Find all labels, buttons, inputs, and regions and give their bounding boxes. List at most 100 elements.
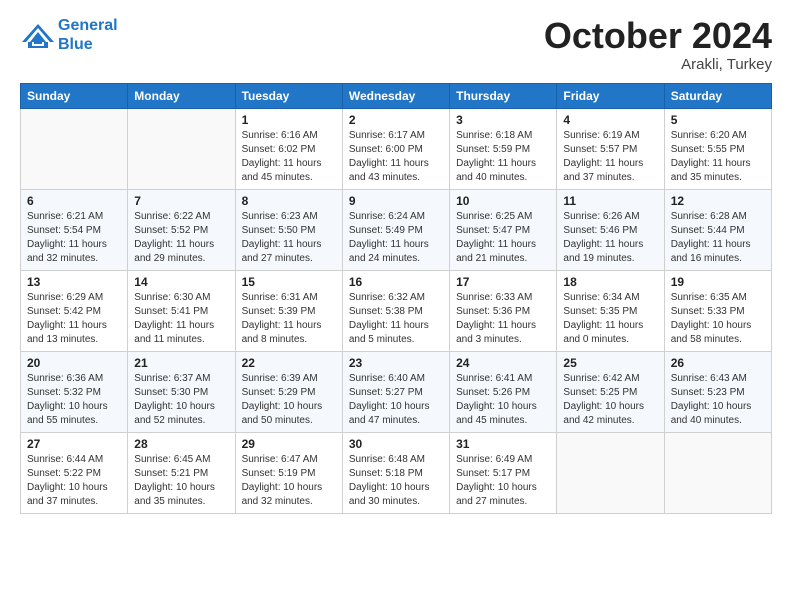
day-number: 10 xyxy=(456,194,550,208)
day-number: 31 xyxy=(456,437,550,451)
day-info: Sunrise: 6:36 AMSunset: 5:32 PMDaylight:… xyxy=(27,372,121,428)
calendar-table: Sunday Monday Tuesday Wednesday Thursday… xyxy=(20,83,772,514)
day-info: Sunrise: 6:21 AMSunset: 5:54 PMDaylight:… xyxy=(27,210,121,266)
logo: General Blue xyxy=(20,16,118,54)
cell-w4-d7: 26 Sunrise: 6:43 AMSunset: 5:23 PMDayligh… xyxy=(664,351,771,432)
col-thursday: Thursday xyxy=(450,83,557,108)
cell-w3-d5: 17 Sunrise: 6:33 AMSunset: 5:36 PMDayligh… xyxy=(450,270,557,351)
cell-w2-d2: 7 Sunrise: 6:22 AMSunset: 5:52 PMDaylight… xyxy=(128,189,235,270)
cell-w5-d3: 29 Sunrise: 6:47 AMSunset: 5:19 PMDayligh… xyxy=(235,432,342,513)
day-info: Sunrise: 6:23 AMSunset: 5:50 PMDaylight:… xyxy=(242,210,336,266)
cell-w3-d6: 18 Sunrise: 6:34 AMSunset: 5:35 PMDayligh… xyxy=(557,270,664,351)
day-number: 12 xyxy=(671,194,765,208)
cell-w3-d2: 14 Sunrise: 6:30 AMSunset: 5:41 PMDayligh… xyxy=(128,270,235,351)
day-info: Sunrise: 6:25 AMSunset: 5:47 PMDaylight:… xyxy=(456,210,550,266)
cell-w2-d5: 10 Sunrise: 6:25 AMSunset: 5:47 PMDayligh… xyxy=(450,189,557,270)
day-info: Sunrise: 6:34 AMSunset: 5:35 PMDaylight:… xyxy=(563,291,657,347)
day-number: 19 xyxy=(671,275,765,289)
cell-w1-d6: 4 Sunrise: 6:19 AMSunset: 5:57 PMDaylight… xyxy=(557,108,664,189)
day-info: Sunrise: 6:42 AMSunset: 5:25 PMDaylight:… xyxy=(563,372,657,428)
page: General Blue October 2024 Arakli, Turkey… xyxy=(0,0,792,612)
day-number: 24 xyxy=(456,356,550,370)
day-info: Sunrise: 6:49 AMSunset: 5:17 PMDaylight:… xyxy=(456,453,550,509)
cell-w3-d7: 19 Sunrise: 6:35 AMSunset: 5:33 PMDayligh… xyxy=(664,270,771,351)
day-number: 26 xyxy=(671,356,765,370)
week-row-5: 27Sunrise: 6:44 AMSunset: 5:22 PMDayligh… xyxy=(21,432,772,513)
header: General Blue October 2024 Arakli, Turkey xyxy=(20,16,772,73)
day-number: 2 xyxy=(349,113,443,127)
day-number: 4 xyxy=(563,113,657,127)
col-saturday: Saturday xyxy=(664,83,771,108)
day-info: Sunrise: 6:31 AMSunset: 5:39 PMDaylight:… xyxy=(242,291,336,347)
week-row-1: 1 Sunrise: 6:16 AMSunset: 6:02 PMDaylight… xyxy=(21,108,772,189)
cell-w1-d3: 1 Sunrise: 6:16 AMSunset: 6:02 PMDaylight… xyxy=(235,108,342,189)
day-number: 25 xyxy=(563,356,657,370)
day-number: 11 xyxy=(563,194,657,208)
cell-w1-d1 xyxy=(21,108,128,189)
day-number: 6 xyxy=(27,194,121,208)
day-number: 30 xyxy=(349,437,443,451)
day-number: 20 xyxy=(27,356,121,370)
day-info: Sunrise: 6:28 AMSunset: 5:44 PMDaylight:… xyxy=(671,210,765,266)
cell-w5-d2: 28Sunrise: 6:45 AMSunset: 5:21 PMDayligh… xyxy=(128,432,235,513)
day-number: 23 xyxy=(349,356,443,370)
day-number: 14 xyxy=(134,275,228,289)
day-info: Sunrise: 6:43 AMSunset: 5:23 PMDaylight:… xyxy=(671,372,765,428)
cell-w3-d1: 13 Sunrise: 6:29 AMSunset: 5:42 PMDayligh… xyxy=(21,270,128,351)
day-info: Sunrise: 6:47 AMSunset: 5:19 PMDaylight:… xyxy=(242,453,336,509)
day-info: Sunrise: 6:33 AMSunset: 5:36 PMDaylight:… xyxy=(456,291,550,347)
day-info: Sunrise: 6:45 AMSunset: 5:21 PMDaylight:… xyxy=(134,453,228,509)
col-monday: Monday xyxy=(128,83,235,108)
day-number: 18 xyxy=(563,275,657,289)
week-row-4: 20 Sunrise: 6:36 AMSunset: 5:32 PMDayligh… xyxy=(21,351,772,432)
cell-w4-d6: 25 Sunrise: 6:42 AMSunset: 5:25 PMDayligh… xyxy=(557,351,664,432)
cell-w2-d6: 11 Sunrise: 6:26 AMSunset: 5:46 PMDayligh… xyxy=(557,189,664,270)
day-number: 29 xyxy=(242,437,336,451)
col-wednesday: Wednesday xyxy=(342,83,449,108)
cell-w4-d4: 23Sunrise: 6:40 AMSunset: 5:27 PMDayligh… xyxy=(342,351,449,432)
month-title: October 2024 xyxy=(544,16,772,56)
day-info: Sunrise: 6:39 AMSunset: 5:29 PMDaylight:… xyxy=(242,372,336,428)
day-info: Sunrise: 6:20 AMSunset: 5:55 PMDaylight:… xyxy=(671,129,765,185)
day-number: 7 xyxy=(134,194,228,208)
cell-w2-d4: 9Sunrise: 6:24 AMSunset: 5:49 PMDaylight… xyxy=(342,189,449,270)
day-number: 5 xyxy=(671,113,765,127)
day-number: 1 xyxy=(242,113,336,127)
cell-w1-d7: 5 Sunrise: 6:20 AMSunset: 5:55 PMDaylight… xyxy=(664,108,771,189)
day-number: 27 xyxy=(27,437,121,451)
day-info: Sunrise: 6:19 AMSunset: 5:57 PMDaylight:… xyxy=(563,129,657,185)
col-tuesday: Tuesday xyxy=(235,83,342,108)
cell-w2-d1: 6 Sunrise: 6:21 AMSunset: 5:54 PMDaylight… xyxy=(21,189,128,270)
cell-w4-d5: 24Sunrise: 6:41 AMSunset: 5:26 PMDayligh… xyxy=(450,351,557,432)
cell-w2-d7: 12 Sunrise: 6:28 AMSunset: 5:44 PMDayligh… xyxy=(664,189,771,270)
cell-w5-d1: 27Sunrise: 6:44 AMSunset: 5:22 PMDayligh… xyxy=(21,432,128,513)
day-number: 15 xyxy=(242,275,336,289)
day-info: Sunrise: 6:16 AMSunset: 6:02 PMDaylight:… xyxy=(242,129,336,185)
day-number: 22 xyxy=(242,356,336,370)
day-info: Sunrise: 6:24 AMSunset: 5:49 PMDaylight:… xyxy=(349,210,443,266)
day-number: 3 xyxy=(456,113,550,127)
location: Arakli, Turkey xyxy=(544,56,772,73)
cell-w1-d4: 2 Sunrise: 6:17 AMSunset: 6:00 PMDaylight… xyxy=(342,108,449,189)
day-number: 13 xyxy=(27,275,121,289)
week-row-3: 13 Sunrise: 6:29 AMSunset: 5:42 PMDayligh… xyxy=(21,270,772,351)
calendar-body: 1 Sunrise: 6:16 AMSunset: 6:02 PMDaylight… xyxy=(21,108,772,513)
col-friday: Friday xyxy=(557,83,664,108)
day-number: 17 xyxy=(456,275,550,289)
day-info: Sunrise: 6:35 AMSunset: 5:33 PMDaylight:… xyxy=(671,291,765,347)
cell-w4-d1: 20 Sunrise: 6:36 AMSunset: 5:32 PMDayligh… xyxy=(21,351,128,432)
title-block: October 2024 Arakli, Turkey xyxy=(544,16,772,73)
day-info: Sunrise: 6:30 AMSunset: 5:41 PMDaylight:… xyxy=(134,291,228,347)
day-number: 8 xyxy=(242,194,336,208)
day-info: Sunrise: 6:37 AMSunset: 5:30 PMDaylight:… xyxy=(134,372,228,428)
cell-w1-d2 xyxy=(128,108,235,189)
day-info: Sunrise: 6:26 AMSunset: 5:46 PMDaylight:… xyxy=(563,210,657,266)
day-info: Sunrise: 6:22 AMSunset: 5:52 PMDaylight:… xyxy=(134,210,228,266)
day-number: 21 xyxy=(134,356,228,370)
day-info: Sunrise: 6:17 AMSunset: 6:00 PMDaylight:… xyxy=(349,129,443,185)
cell-w4-d2: 21 Sunrise: 6:37 AMSunset: 5:30 PMDayligh… xyxy=(128,351,235,432)
day-info: Sunrise: 6:29 AMSunset: 5:42 PMDaylight:… xyxy=(27,291,121,347)
cell-w1-d5: 3Sunrise: 6:18 AMSunset: 5:59 PMDaylight… xyxy=(450,108,557,189)
day-number: 16 xyxy=(349,275,443,289)
cell-w5-d7 xyxy=(664,432,771,513)
